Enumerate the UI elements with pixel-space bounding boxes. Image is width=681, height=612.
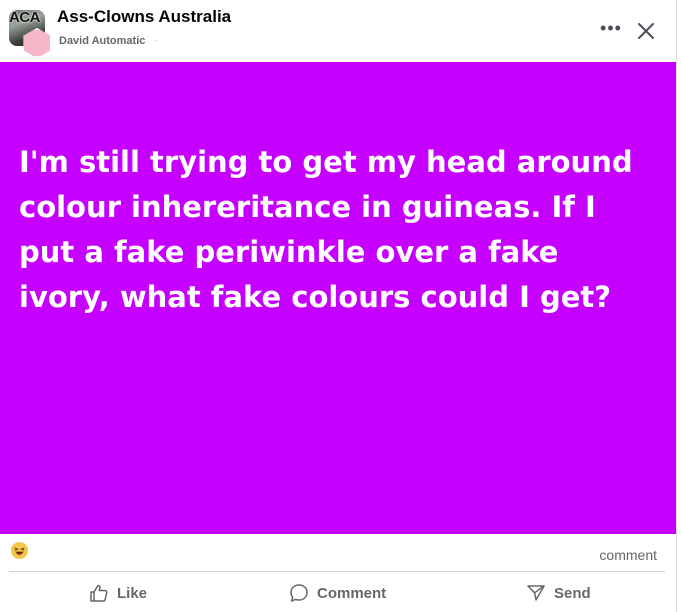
post-text: I'm still trying to get my head around c… bbox=[19, 145, 633, 314]
comment-count[interactable]: comment bbox=[599, 547, 657, 563]
speech-bubble-icon bbox=[290, 584, 308, 602]
more-options-button[interactable]: ••• bbox=[597, 19, 625, 43]
laughing-emoji-icon[interactable] bbox=[11, 542, 28, 559]
group-avatar-text: ACA bbox=[9, 10, 41, 26]
more-options-icon: ••• bbox=[600, 18, 622, 38]
group-name[interactable]: Ass-Clowns Australia bbox=[57, 7, 231, 27]
close-icon bbox=[638, 23, 654, 39]
like-button[interactable]: Like bbox=[89, 580, 147, 606]
send-button[interactable]: Send bbox=[526, 580, 591, 606]
send-icon bbox=[527, 585, 545, 601]
comment-label: Comment bbox=[317, 584, 387, 602]
author-name[interactable]: David Automatic bbox=[59, 35, 145, 47]
divider bbox=[9, 571, 665, 572]
post-dialog: ACA Ass-Clowns Australia David Automatic… bbox=[0, 0, 677, 612]
like-label: Like bbox=[117, 584, 148, 602]
post-header: ACA Ass-Clowns Australia David Automatic… bbox=[0, 0, 677, 62]
thumbs-up-icon bbox=[90, 584, 108, 602]
close-button[interactable] bbox=[633, 18, 659, 44]
comment-button[interactable]: Comment bbox=[289, 580, 386, 606]
separator-dot: · bbox=[155, 35, 158, 45]
send-label: Send bbox=[554, 584, 591, 602]
